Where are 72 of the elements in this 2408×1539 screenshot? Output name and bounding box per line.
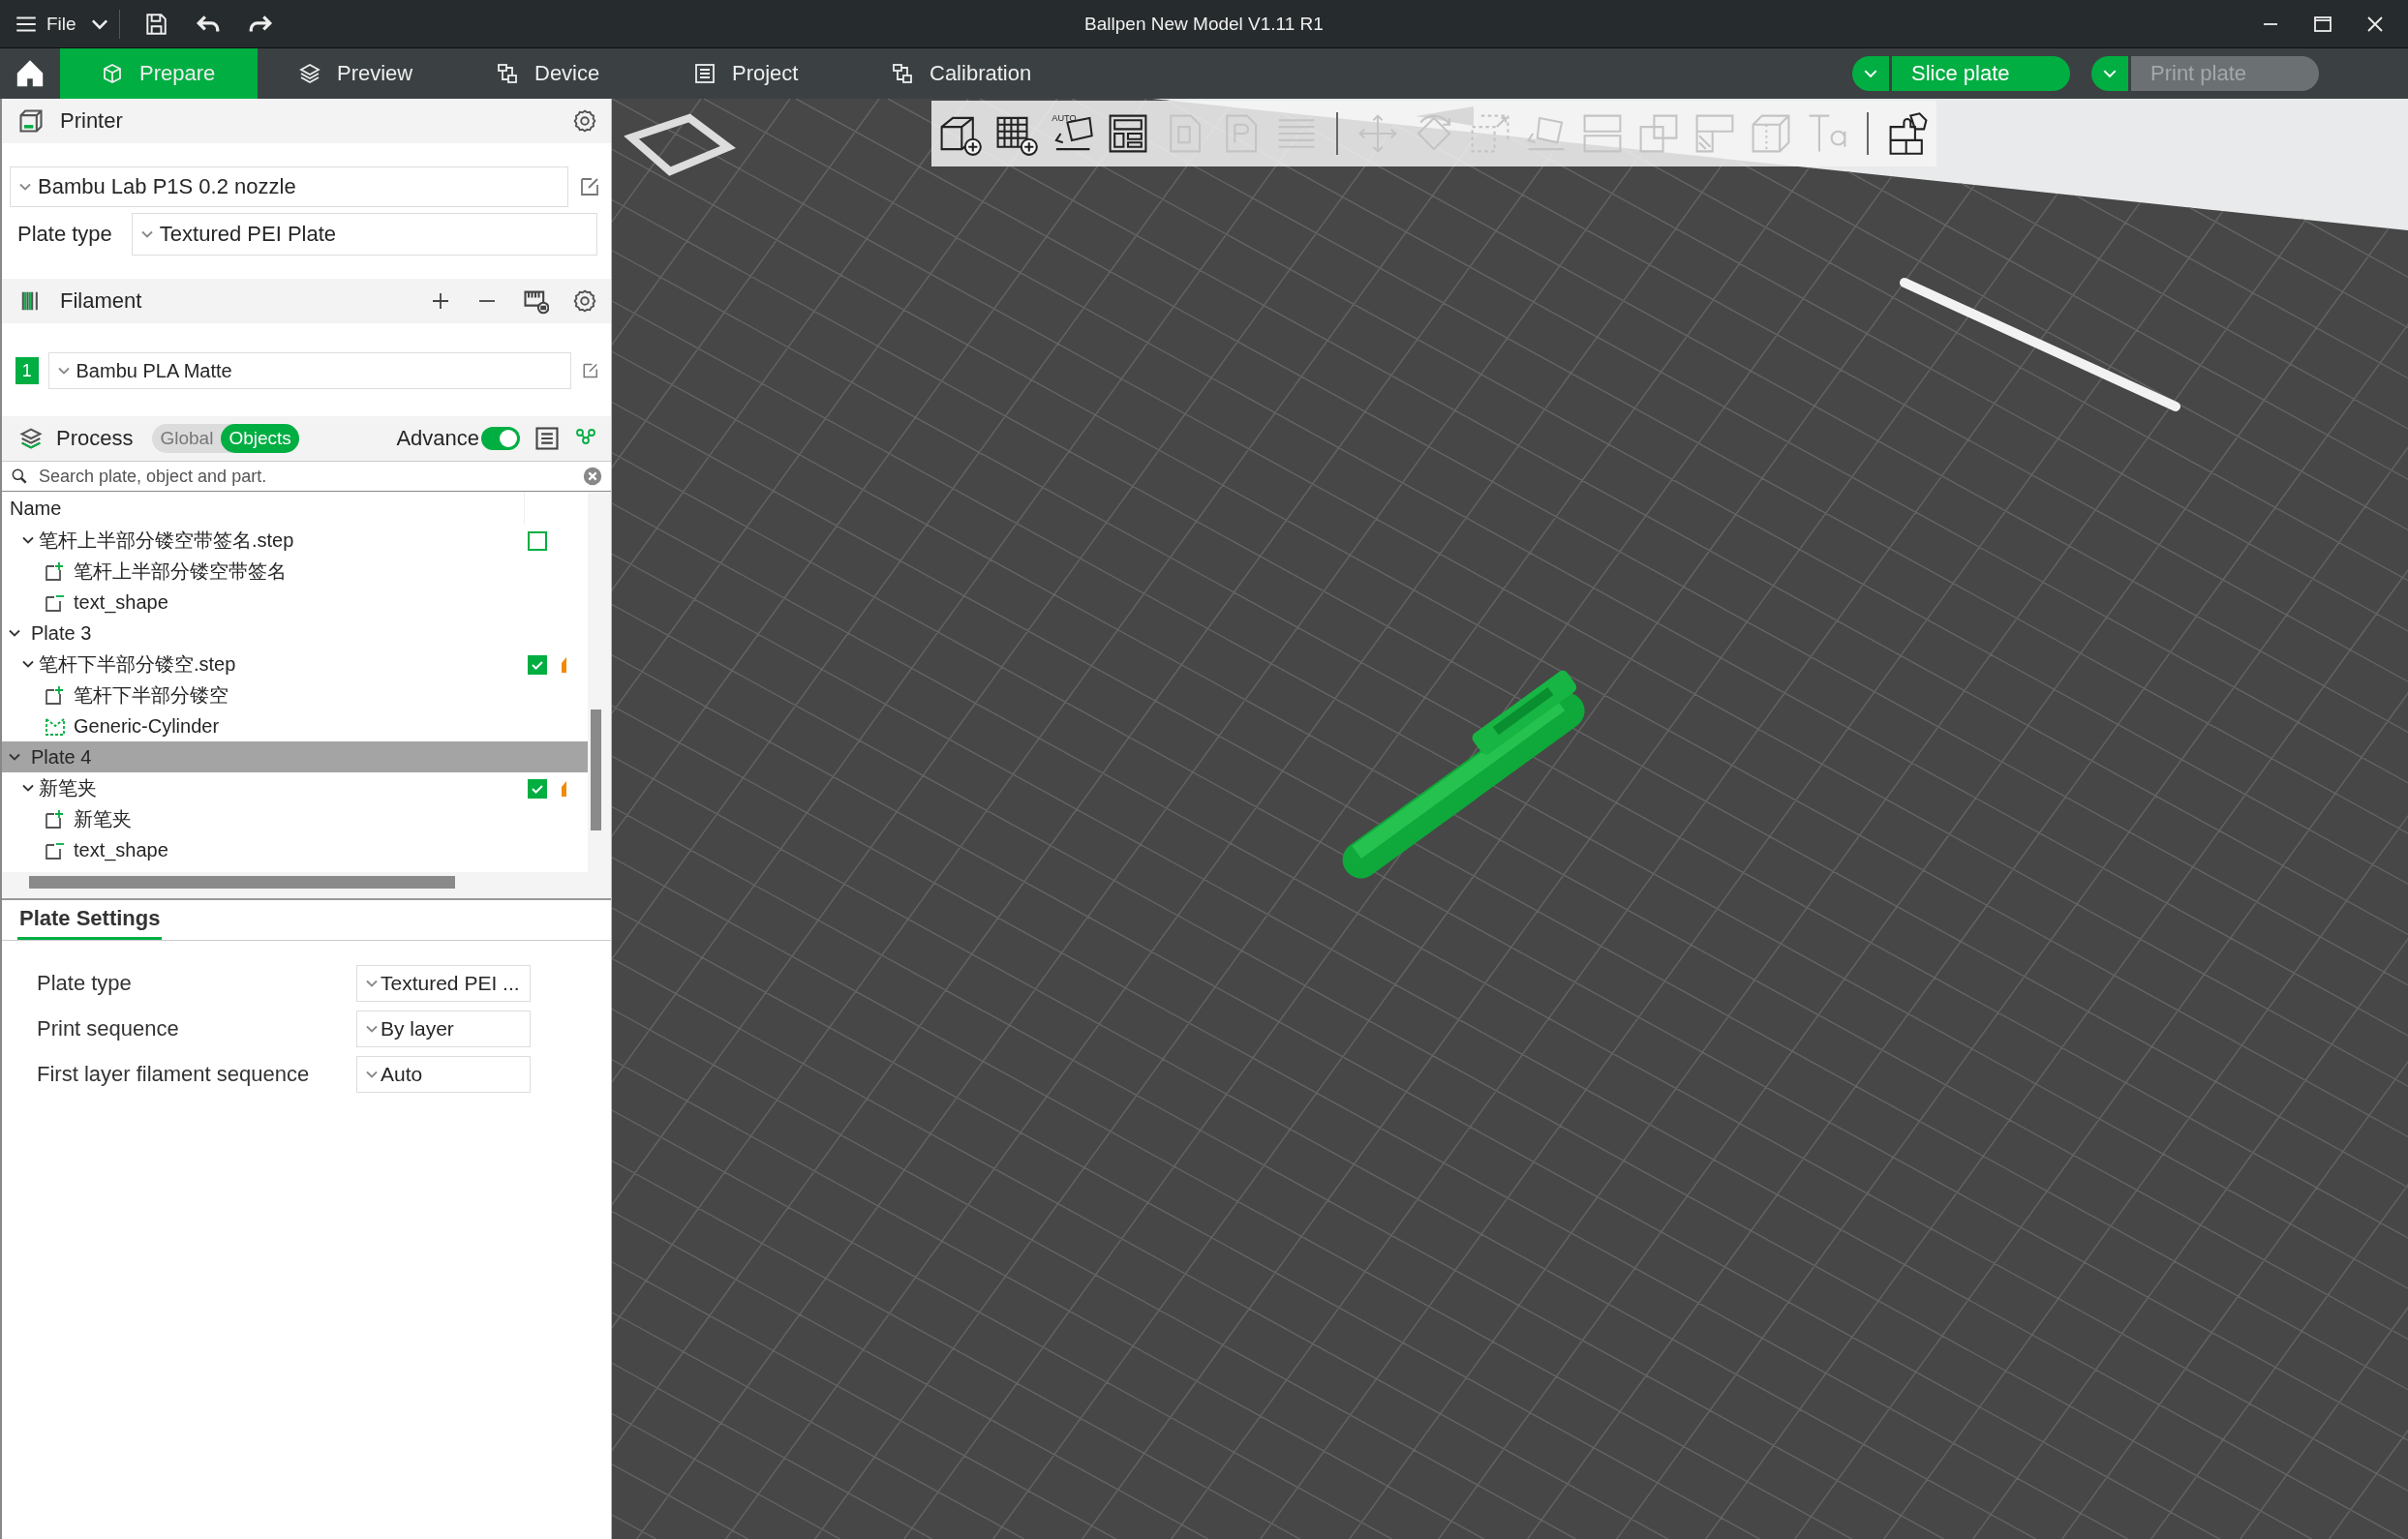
printer-icon [17, 107, 45, 135]
checkbox[interactable] [528, 655, 547, 675]
field-label: Plate type [16, 222, 113, 247]
section-title: Printer [60, 108, 123, 134]
section-title: Filament [60, 288, 142, 314]
search-icon [10, 467, 29, 486]
settings-tab[interactable]: Plate Settings [17, 906, 163, 940]
tree-item-name: Plate 3 [31, 621, 92, 645]
tree-item-name: 笔杆上半部分镂空带签名.step [39, 528, 294, 553]
dropdown-button[interactable] [2091, 56, 2128, 91]
nav-tab[interactable]: Preview [258, 48, 455, 99]
setting-select[interactable]: Auto [356, 1055, 531, 1093]
setting-label: Print sequence [37, 1015, 180, 1041]
tree-item-name: 新笔夹 [39, 775, 97, 800]
home-icon[interactable] [15, 58, 46, 89]
part-icon [45, 684, 66, 706]
nav-tab[interactable]: Device [455, 48, 653, 99]
tree-row[interactable]: Plate 3 [2, 618, 588, 649]
modifier-icon [45, 715, 66, 737]
part-icon [45, 560, 66, 582]
printer-select[interactable]: Bambu Lab P1S 0.2 nozzle [10, 166, 568, 207]
plate-type-select[interactable]: Textured PEI Plate [131, 213, 597, 256]
tree-item-name: 笔杆下半部分镂空.step [39, 651, 236, 677]
scrollbar[interactable] [591, 709, 601, 830]
tree-item-name: 笔杆上半部分镂空带签名 [74, 558, 287, 584]
clear-icon[interactable] [582, 466, 603, 487]
nav-tab[interactable]: Calibration [850, 48, 1048, 99]
tree-row[interactable]: 新笔夹 [2, 772, 588, 803]
tree-item-name: text_shape [74, 590, 168, 614]
setting-label: First layer filament sequence [37, 1061, 311, 1087]
setting-select[interactable]: By layer [356, 1010, 531, 1047]
tree-row[interactable]: 笔杆上半部分镂空带签名.step [2, 525, 588, 556]
tree-item-name: Generic-Cylinder [74, 714, 220, 738]
tree-item-name: Plate 4 [31, 745, 92, 769]
tree-item-name: text_shape [74, 838, 168, 861]
tree-row[interactable]: text_shape [2, 587, 588, 618]
window-title: Ballpen New Model V1.11 R1 [1084, 13, 1324, 35]
list-icon[interactable] [533, 425, 561, 452]
settings-badge-icon[interactable] [562, 781, 566, 797]
column-header: Name [10, 497, 62, 520]
tree-item-name: 笔杆下半部分镂空 [74, 682, 229, 708]
filament-select[interactable]: Bambu PLA Matte [47, 352, 571, 389]
calibration-icon [891, 62, 914, 85]
tree-row[interactable]: 新笔夹 [2, 803, 588, 834]
layers-icon [298, 62, 321, 85]
tree-row[interactable]: Generic-Cylinder [2, 710, 588, 741]
checkbox[interactable] [528, 531, 547, 551]
device-icon [496, 62, 519, 85]
advance-switch[interactable] [481, 427, 520, 450]
tree-row[interactable]: Plate 4 [2, 741, 588, 772]
settings-icon[interactable] [572, 108, 597, 134]
tree-item-name: 新笔夹 [74, 806, 132, 831]
scrollbar[interactable] [29, 876, 455, 889]
settings-badge-icon[interactable] [562, 657, 566, 673]
tree-row[interactable]: 笔杆下半部分镂空.step [2, 649, 588, 679]
cube-icon [101, 62, 124, 85]
switch-label: Advance [396, 426, 479, 451]
file-menu[interactable]: File [0, 0, 90, 47]
setting-label: Plate type [37, 970, 133, 996]
section-title: Process [56, 426, 134, 451]
search-field[interactable]: Search plate, object and part. [37, 465, 574, 488]
edit-icon[interactable] [578, 175, 601, 198]
settings-icon[interactable] [572, 288, 597, 314]
setting-select[interactable]: Textured PEI ... [356, 964, 531, 1002]
tree-row[interactable]: 笔杆下半部分镂空 [2, 679, 588, 710]
tree-row[interactable]: 笔杆上半部分镂空带签名 [2, 556, 588, 587]
nav-tab[interactable]: Project [653, 48, 850, 99]
list-icon [693, 62, 716, 85]
tree-row[interactable]: text_shape [2, 834, 588, 865]
part-icon [45, 808, 66, 830]
checkbox[interactable] [528, 779, 547, 799]
dropdown-button[interactable] [1852, 56, 1889, 91]
